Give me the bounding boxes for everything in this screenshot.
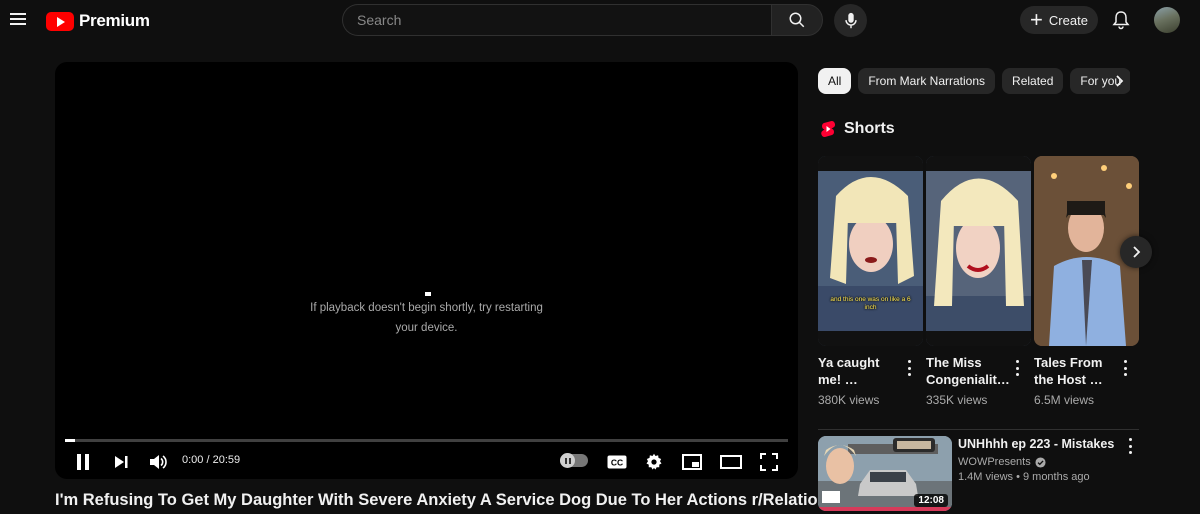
- short-thumbnail-image: [926, 156, 1031, 346]
- divider: [818, 429, 1139, 430]
- shorts-heading-text: Shorts: [844, 120, 895, 137]
- fullscreen-button[interactable]: [757, 450, 781, 474]
- search-input[interactable]: [342, 4, 771, 36]
- plus-icon: +: [1030, 7, 1043, 32]
- progress-bar-played: [65, 439, 76, 442]
- short-views: 380K views: [818, 393, 880, 407]
- verified-badge-icon: [1035, 456, 1046, 468]
- voice-search-button[interactable]: [834, 4, 867, 37]
- more-options-icon[interactable]: [1012, 360, 1022, 376]
- video-duration: 12:08: [914, 494, 948, 507]
- more-options-icon[interactable]: [1120, 360, 1130, 376]
- progress-bar[interactable]: [65, 439, 788, 442]
- channel-name-text: WOWPresents: [958, 456, 1031, 468]
- time-display: 0:00 / 20:59: [182, 454, 241, 466]
- shorts-next-button[interactable]: [1120, 236, 1152, 268]
- create-button[interactable]: + Create: [1020, 6, 1098, 34]
- miniplayer-button[interactable]: [680, 450, 704, 474]
- pause-button[interactable]: [71, 450, 95, 474]
- chip-from-channel[interactable]: From Mark Narrations: [858, 68, 996, 94]
- more-options-icon[interactable]: [904, 360, 914, 376]
- short-title[interactable]: The Miss Congenialit…: [926, 354, 1010, 388]
- filter-chips: All From Mark Narrations Related For you: [818, 68, 1130, 94]
- notifications-button[interactable]: [1112, 10, 1130, 35]
- chip-related[interactable]: Related: [1002, 68, 1064, 94]
- channel-name[interactable]: WOWPresents: [958, 456, 1046, 468]
- more-options-icon[interactable]: [1125, 438, 1135, 454]
- volume-icon: [150, 455, 167, 469]
- bell-icon: [1112, 11, 1130, 30]
- video-player[interactable]: If playback doesn't begin shortly, try r…: [55, 62, 798, 479]
- create-label: Create: [1048, 12, 1088, 28]
- youtube-premium-logo[interactable]: Premium: [46, 10, 150, 32]
- video-meta: 1.4M views • 9 months ago: [958, 471, 1090, 483]
- shorts-icon: [821, 121, 835, 138]
- search-button[interactable]: [771, 4, 823, 36]
- short-views: 6.5M views: [1034, 393, 1095, 407]
- miniplayer-icon: [682, 454, 702, 470]
- settings-button[interactable]: [642, 450, 666, 474]
- fullscreen-icon: [760, 453, 778, 471]
- chips-next-button[interactable]: [1108, 70, 1130, 92]
- volume-button[interactable]: [146, 450, 170, 474]
- logo-text: Premium: [79, 11, 150, 30]
- svg-text:CC: CC: [611, 458, 623, 468]
- video-title-link[interactable]: UNHhhh ep 223 - Mistakes: [958, 437, 1114, 451]
- pause-icon: [560, 453, 575, 468]
- short-thumbnail[interactable]: and this one was on like a 6 inch: [818, 156, 923, 346]
- avatar[interactable]: [1154, 7, 1180, 33]
- next-button[interactable]: [109, 450, 133, 474]
- short-title[interactable]: Ya caught me! …: [818, 354, 898, 388]
- short-title[interactable]: Tales From the Host …: [1034, 354, 1114, 388]
- video-thumbnail[interactable]: 12:08: [818, 436, 952, 511]
- short-thumbnail[interactable]: [926, 156, 1031, 346]
- playback-message: If playback doesn't begin shortly, try r…: [310, 302, 543, 334]
- gear-icon: [646, 453, 662, 470]
- search-icon: [789, 12, 805, 28]
- short-thumbnail-image: [818, 156, 923, 346]
- chip-all[interactable]: All: [818, 68, 852, 94]
- chevron-right-icon: [1116, 75, 1124, 87]
- microphone-icon: [844, 12, 857, 28]
- pause-icon: [77, 454, 89, 470]
- video-title: I'm Refusing To Get My Daughter With Sev…: [55, 491, 871, 509]
- chevron-right-icon: [1133, 246, 1141, 258]
- theater-mode-button[interactable]: [718, 450, 744, 474]
- shorts-heading: Shorts: [820, 120, 895, 138]
- subtitles-button[interactable]: CC: [605, 450, 629, 474]
- loading-spinner: [425, 292, 431, 296]
- cc-icon: CC: [607, 455, 627, 469]
- menu-icon[interactable]: [10, 10, 26, 30]
- theater-icon: [720, 455, 742, 469]
- short-views: 335K views: [926, 393, 988, 407]
- skip-next-icon: [115, 456, 128, 468]
- short-caption: and this one was on like a 6 inch: [830, 296, 911, 311]
- search-bar: [342, 4, 823, 36]
- youtube-logo-icon: [46, 11, 74, 31]
